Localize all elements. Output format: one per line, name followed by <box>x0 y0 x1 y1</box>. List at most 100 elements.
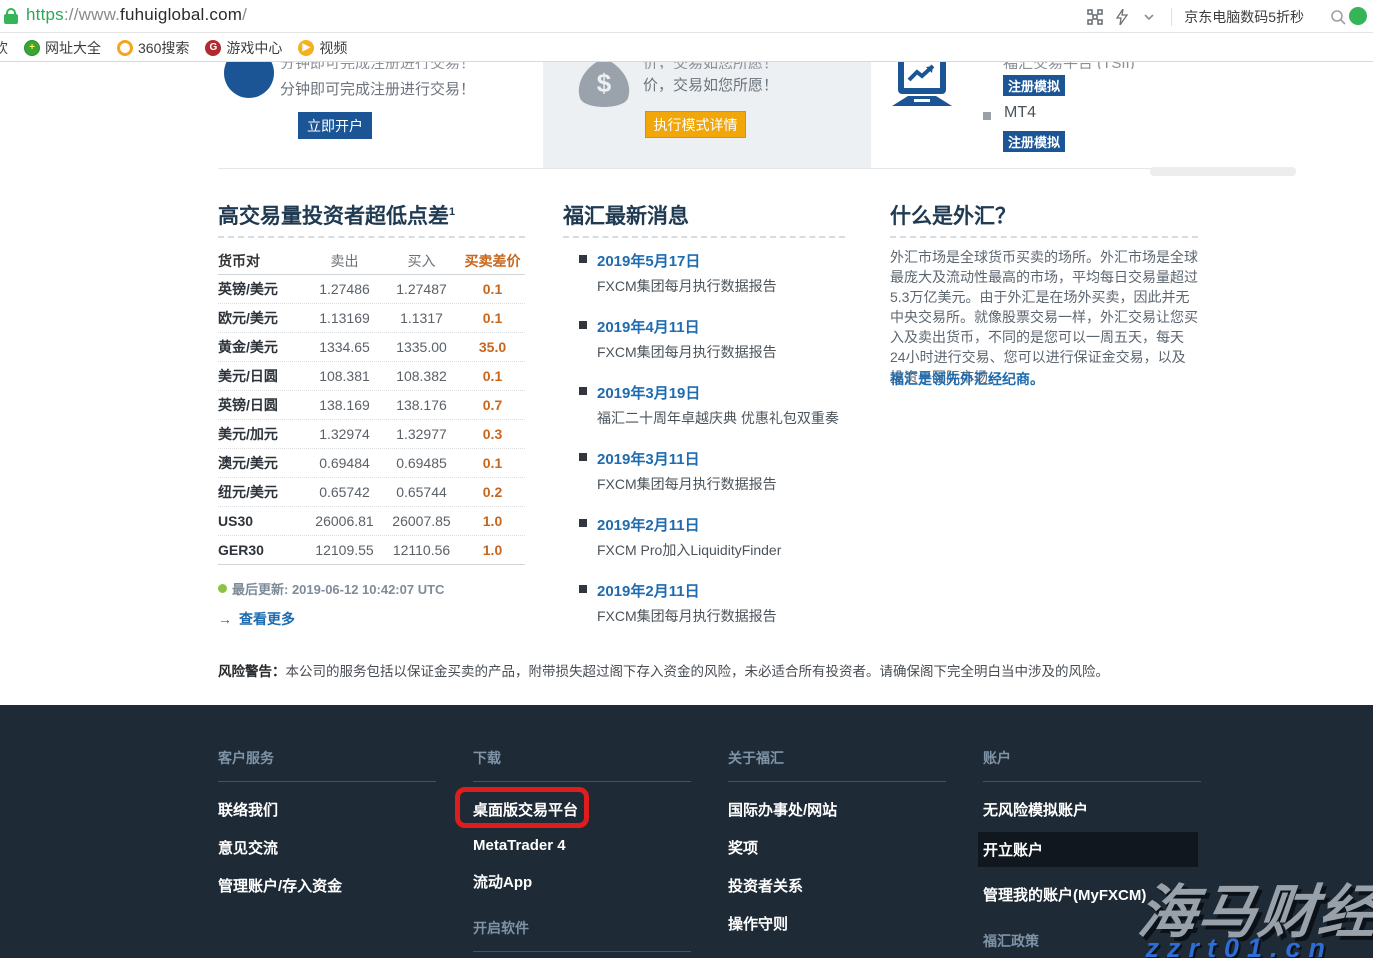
footer-link-open-account[interactable]: 开立账户 <box>983 839 1193 860</box>
footer-link-metatrader4[interactable]: MetaTrader 4 <box>473 837 691 854</box>
risk-warning-label: 风险警告： <box>218 664 286 679</box>
news-date-link[interactable]: 2019年2月11日 <box>597 580 853 601</box>
footer-link-manage-deposit[interactable]: 管理账户/存入资金 <box>218 875 436 896</box>
footer-link-demo-account[interactable]: 无风险模拟账户 <box>983 799 1201 820</box>
news-item: 2019年5月17日FXCM集团每月执行数据报告 <box>563 250 853 296</box>
table-row[interactable]: 美元/加元1.329741.329770.3 <box>218 420 525 449</box>
table-row[interactable]: 美元/日圆108.381108.3820.1 <box>218 362 525 391</box>
footer-link-feedback[interactable]: 意见交流 <box>218 837 436 858</box>
url-path: / <box>242 5 247 24</box>
nav-daquan-icon: + <box>24 40 40 56</box>
col-header-pair: 货币对 <box>218 251 306 271</box>
risk-warning-text: 本公司的服务包括以保证金买卖的产品，附带损失超过阁下存入资金的风险，未必适合所有… <box>286 664 1110 679</box>
footer-col-downloads: 下载 桌面版交易平台 MetaTrader 4 流动App 开启软件 网络版交易… <box>473 748 691 958</box>
svg-text:$: $ <box>597 68 612 98</box>
table-row[interactable]: 澳元/美元0.694840.694850.1 <box>218 449 525 478</box>
url-sep: ://www. <box>64 5 120 24</box>
spreads-section-title: 高交易量投资者超低点差1 <box>218 200 455 230</box>
bookmark-label: 游戏中心 <box>226 38 282 58</box>
table-row[interactable]: 欧元/美元1.131691.13170.1 <box>218 304 525 333</box>
whatisfx-section-title: 什么是外汇？ <box>890 200 1016 230</box>
col-header-buy: 买入 <box>383 251 460 271</box>
table-header-row: 货币对 卖出 买入 买卖差价 <box>218 248 525 275</box>
divider <box>218 236 525 238</box>
footer-link-contact-us[interactable]: 联络我们 <box>218 799 436 820</box>
footer-link-code-of-conduct[interactable]: 操作守则 <box>728 913 946 934</box>
news-item: 2019年3月11日FXCM集团每月执行数据报告 <box>563 448 853 494</box>
clipped-platform-title: 福汇交易平台 (TSII) <box>1003 62 1173 69</box>
bookmark-nav-daquan[interactable]: + 网址大全 <box>24 38 101 58</box>
url-host: fuhuiglobal.com <box>120 5 242 24</box>
search-query-text: 京东电脑数码5折秒 <box>1184 7 1304 27</box>
divider <box>473 951 691 952</box>
money-bag-icon: $ <box>568 62 640 118</box>
bookmark-video[interactable]: ▶ 视频 <box>298 38 347 58</box>
bookmark-game-center[interactable]: G 游戏中心 <box>205 38 282 58</box>
list-bullet <box>579 321 587 329</box>
divider <box>890 236 1198 238</box>
list-bullet <box>983 112 991 120</box>
news-text: FXCM集团每月执行数据报告 <box>597 342 853 362</box>
register-demo-button[interactable]: 注册模拟 <box>1003 75 1065 96</box>
table-row[interactable]: GER3012109.5512110.561.0 <box>218 536 525 565</box>
whatisfx-body: 外汇市场是全球货币买卖的场所。外汇市场是全球最庞大及流动性最高的市场，平均每日交… <box>890 247 1198 387</box>
browser-address-bar: https://www.fuhuiglobal.com/ 京东电脑数码5折秒 <box>0 0 1373 33</box>
news-item: 2019年3月19日福汇二十周年卓越庆典 优惠礼包双重奏 <box>563 382 853 428</box>
divider <box>563 236 845 238</box>
bookmark-label: 360搜索 <box>138 38 189 58</box>
footer-col-about: 关于福汇 国际办事处/网站 奖项 投资者关系 操作守则 <box>728 748 946 934</box>
list-bullet <box>579 585 587 593</box>
divider <box>218 781 436 782</box>
register-demo-mt4-button[interactable]: 注册模拟 <box>1003 131 1065 152</box>
browser-search-input[interactable]: 京东电脑数码5折秒 <box>1184 7 1346 27</box>
list-bullet <box>579 255 587 263</box>
footer-link-mobile-app[interactable]: 流动App <box>473 871 691 892</box>
footer-header: 账户 <box>983 748 1201 768</box>
footer-link-desktop-platform[interactable]: 桌面版交易平台 <box>473 799 691 820</box>
footer-link-awards[interactable]: 奖项 <box>728 837 946 858</box>
divider <box>983 781 1201 782</box>
news-date-link[interactable]: 2019年4月11日 <box>597 316 853 337</box>
bookmark-360-search[interactable]: 360搜索 <box>117 38 189 58</box>
divider <box>1171 8 1172 26</box>
chevron-down-icon[interactable] <box>1143 9 1159 25</box>
execution-mode-button[interactable]: 执行模式详情 <box>645 111 746 138</box>
search-icon[interactable] <box>1330 9 1346 25</box>
footer-link-offices[interactable]: 国际办事处/网站 <box>728 799 946 820</box>
news-text: FXCM Pro加入LiquidityFinder <box>597 540 853 560</box>
footer-col-customer-service: 客户服务 联络我们 意见交流 管理账户/存入资金 <box>218 748 436 896</box>
arrow-right-icon: → <box>218 611 232 627</box>
table-row[interactable]: 黄金/美元1334.651335.0035.0 <box>218 333 525 362</box>
news-date-link[interactable]: 2019年3月11日 <box>597 448 853 469</box>
game-center-icon: G <box>205 40 221 56</box>
news-text: FXCM集团每月执行数据报告 <box>597 606 853 626</box>
footer-link-open-account-highlight[interactable]: 开立账户 <box>978 832 1198 867</box>
table-row[interactable]: 英镑/美元1.274861.274870.1 <box>218 275 525 304</box>
clipped-text-line: 价，交易如您所愿！ <box>643 62 833 69</box>
clipped-text-line: 分钟即可完成注册进行交易！ <box>280 62 540 69</box>
table-row[interactable]: 英镑/日圆138.169138.1760.7 <box>218 391 525 420</box>
news-item: 2019年2月11日 FXCM Pro加入LiquidityFinder <box>563 514 853 560</box>
lightning-icon[interactable] <box>1115 9 1131 25</box>
news-date-link[interactable]: 2019年3月19日 <box>597 382 853 403</box>
browser-extension-icon[interactable] <box>1349 7 1367 25</box>
table-row[interactable]: 纽元/美元0.657420.657440.2 <box>218 478 525 507</box>
url-field[interactable]: https://www.fuhuiglobal.com/ <box>26 5 247 25</box>
news-date-link[interactable]: 2019年5月17日 <box>597 250 853 271</box>
news-list: 2019年5月17日FXCM集团每月执行数据报告 2019年4月11日FXCM集… <box>563 250 853 646</box>
bookmarks-bar: 欢 + 网址大全 360搜索 G 游戏中心 ▶ 视频 <box>0 34 1373 62</box>
table-row[interactable]: US3026006.8126007.851.0 <box>218 507 525 536</box>
risk-warning: 风险警告：本公司的服务包括以保证金买卖的产品，附带损失超过阁下存入资金的风险，未… <box>218 660 1118 680</box>
footer-link-investor-relations[interactable]: 投资者关系 <box>728 875 946 896</box>
footer-header: 关于福汇 <box>728 748 946 768</box>
bookmark-partial-label[interactable]: 欢 <box>0 38 8 58</box>
open-account-button[interactable]: 立即开户 <box>298 112 372 139</box>
leading-broker-link[interactable]: 福汇是领先外汇经纪商。 <box>890 369 1044 389</box>
see-more-link[interactable]: → 查看更多 <box>218 609 295 629</box>
apps-grid-icon[interactable] <box>1087 9 1103 25</box>
news-item: 2019年4月11日 FXCM集团每月执行数据报告 <box>563 316 853 362</box>
red-highlight-box <box>455 787 589 828</box>
news-date-link[interactable]: 2019年2月11日 <box>597 514 853 535</box>
list-bullet <box>579 453 587 461</box>
mt4-label[interactable]: MT4 <box>1004 104 1036 122</box>
